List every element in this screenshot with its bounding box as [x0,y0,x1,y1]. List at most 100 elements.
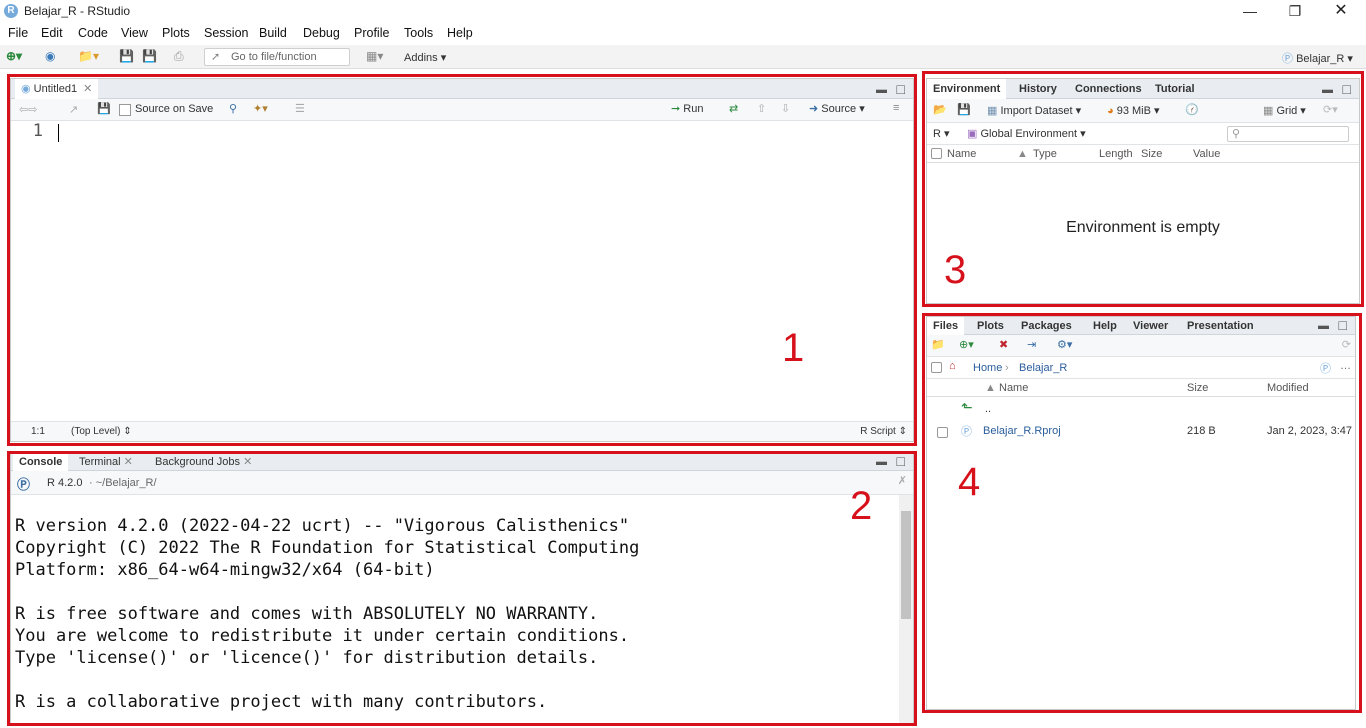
tab-untitled1[interactable]: ◉ Untitled1 ✕ [15,79,99,99]
tab-packages[interactable]: Packages [1015,317,1078,335]
new-file-icon[interactable]: ⊕▾ [6,49,22,64]
refresh-icon[interactable]: ⟳▾ [1323,103,1338,116]
menu-session[interactable]: Session [204,26,248,40]
menu-edit[interactable]: Edit [41,26,63,40]
tab-presentation[interactable]: Presentation [1181,317,1260,335]
more-gear-icon[interactable]: ⚙▾ [1057,338,1072,351]
clear-workspace-broom-icon[interactable]: 🕜 [1185,103,1199,116]
filetype-selector[interactable]: R Script ⇕ [860,426,907,437]
console-maximize-icon[interactable]: □ [897,453,905,469]
menu-code[interactable]: Code [78,26,108,40]
tab-environment[interactable]: Environment [927,79,1007,99]
project-menu[interactable]: Ⓟ Belajar_R ▾ [1282,50,1353,66]
new-blank-file-icon[interactable]: ⊕▾ [959,338,974,351]
console-output[interactable]: R version 4.2.0 (2022-04-22 ucrt) -- "Vi… [15,515,899,721]
tab-plots[interactable]: Plots [971,317,1010,335]
col-type[interactable]: Type [1033,145,1057,163]
close-tab-icon[interactable]: ✕ [83,83,92,95]
files-maximize-icon[interactable]: □ [1339,317,1347,333]
close-background-jobs-icon[interactable]: ✕ [243,456,252,468]
tab-files[interactable]: Files [927,317,965,335]
tab-tutorial[interactable]: Tutorial [1149,79,1201,99]
open-file-icon[interactable]: 📁▾ [78,49,99,64]
tab-background-jobs[interactable]: Background Jobs ✕ [149,453,258,471]
new-folder-icon[interactable]: 📁 [931,338,945,351]
select-all-checkbox[interactable] [931,148,942,159]
col-file-name[interactable]: Name [999,379,1028,397]
print-icon[interactable]: ⎙ [174,49,184,64]
menu-plots[interactable]: Plots [162,26,190,40]
col-name[interactable]: Name [947,145,976,163]
code-tools-icon[interactable]: ✦▾ [253,102,268,115]
code-editor[interactable] [55,121,913,421]
search-icon[interactable]: ⚲ [229,102,237,115]
col-value[interactable]: Value [1193,145,1220,163]
tab-connections[interactable]: Connections [1069,79,1148,99]
memory-usage-button[interactable]: ◕ 93 MiB ▾ [1107,104,1160,117]
col-file-size[interactable]: Size [1187,379,1208,397]
save-icon[interactable]: 💾 [119,49,134,64]
file-row[interactable]: Ⓟ Belajar_R.Rproj 218 B Jan 2, 2023, 3:4… [927,421,1355,443]
scope-selector[interactable]: (Top Level) ⇕ [71,426,132,437]
import-dataset-button[interactable]: ▦ Import Dataset ▾ [987,104,1081,117]
view-mode-button[interactable]: ▦ Grid ▾ [1263,104,1306,117]
go-down-icon[interactable]: ⇩ [781,102,790,115]
run-button[interactable]: ➞ Run [671,102,703,115]
env-maximize-icon[interactable]: □ [1343,81,1351,97]
select-all-files-checkbox[interactable] [931,362,942,373]
more-options-icon[interactable]: … [1340,360,1351,372]
language-select[interactable]: R ▾ [933,127,950,140]
env-minimize-icon[interactable]: ▬ [1322,84,1333,96]
home-icon[interactable]: ⌂ [949,360,956,372]
menu-debug[interactable]: Debug [303,26,340,40]
tab-viewer[interactable]: Viewer [1127,317,1174,335]
new-project-icon[interactable]: ◉ [45,49,55,64]
file-checkbox[interactable] [937,427,948,438]
outline-icon[interactable]: ☰ [295,102,305,115]
show-in-window-icon[interactable]: ↗ [69,103,78,116]
source-on-save-checkbox[interactable] [119,104,131,116]
tab-console[interactable]: Console [13,453,69,471]
console-minimize-icon[interactable]: ▬ [876,456,887,468]
files-minimize-icon[interactable]: ▬ [1318,320,1329,332]
scrollbar-thumb[interactable] [901,511,911,619]
save-file-icon[interactable]: 💾 [97,102,111,115]
menu-build[interactable]: Build [259,26,287,40]
menu-help[interactable]: Help [447,26,473,40]
breadcrumb-home[interactable]: Home [973,362,1002,374]
menu-tools[interactable]: Tools [404,26,433,40]
menu-view[interactable]: View [121,26,148,40]
maximize-pane-icon[interactable]: □ [897,81,905,97]
close-terminal-icon[interactable]: ✕ [124,456,133,468]
refresh-files-icon[interactable]: ⟳ [1342,338,1351,351]
restore-button[interactable]: ❐ [1272,0,1318,22]
menu-file[interactable]: File [8,26,28,40]
document-outline-icon[interactable]: ≡ [893,102,899,114]
tab-history[interactable]: History [1013,79,1063,99]
delete-icon[interactable]: ✖ [999,338,1008,351]
save-workspace-icon[interactable]: 💾 [957,103,971,116]
minimize-pane-icon[interactable]: ▬ [876,84,887,96]
file-name[interactable]: Belajar_R.Rproj [983,425,1061,437]
load-workspace-icon[interactable]: 📂 [933,103,947,116]
col-file-modified[interactable]: Modified [1267,379,1309,397]
close-button[interactable]: ✕ [1318,0,1364,22]
clear-console-icon[interactable]: ✗ [898,474,907,487]
goto-file-input[interactable]: ➚ Go to file/function [204,48,350,66]
rename-icon[interactable]: ⇥ [1027,338,1036,351]
menu-profile[interactable]: Profile [354,26,389,40]
tab-terminal[interactable]: Terminal ✕ [73,453,139,471]
pane-layout-icon[interactable]: ▦▾ [366,49,383,64]
col-length[interactable]: Length [1099,145,1133,163]
working-directory[interactable]: · ~/Belajar_R/ [89,477,157,489]
rerun-icon[interactable]: ⇄ [729,102,738,115]
breadcrumb-folder[interactable]: Belajar_R [1019,362,1067,374]
environment-select[interactable]: ▣ Global Environment ▾ [967,127,1086,140]
minimize-button[interactable]: — [1227,0,1273,22]
console-scrollbar[interactable] [899,495,913,723]
project-file-icon[interactable]: Ⓟ [1320,360,1331,376]
environment-search-input[interactable]: ⚲ [1227,126,1349,142]
parent-directory-row[interactable]: ⬑ .. [927,399,1355,421]
source-button[interactable]: ➜ Source ▾ [809,102,865,115]
tab-help[interactable]: Help [1087,317,1123,335]
